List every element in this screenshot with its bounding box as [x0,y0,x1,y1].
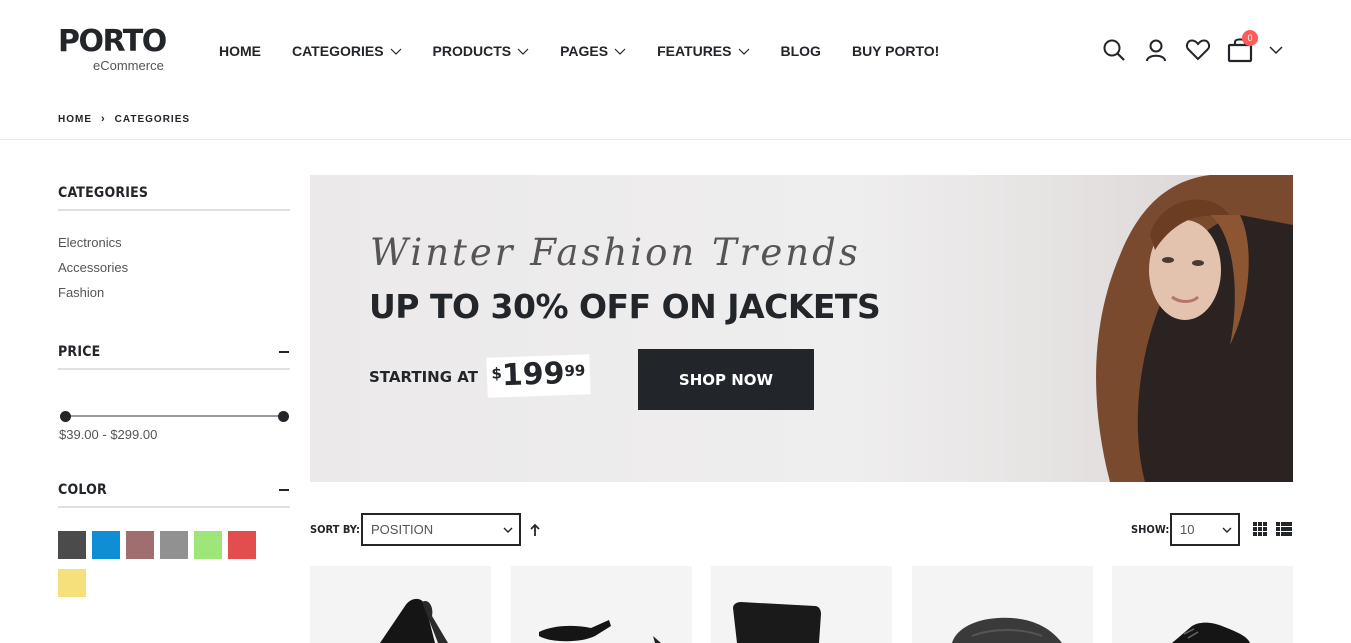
sort-by-label: SORT BY: [310,523,360,536]
account-button[interactable] [1142,36,1170,64]
category-link-electronics[interactable]: Electronics [58,235,122,250]
header-actions: 0 [1100,30,1298,64]
heart-icon [1185,39,1211,61]
color-swatch[interactable] [58,569,86,597]
cart-count-badge: 0 [1242,30,1258,46]
show-label: SHOW: [1131,523,1170,536]
breadcrumb: HOME › CATEGORIES [58,113,190,125]
chevron-down-icon [517,48,529,55]
divider [58,209,290,211]
color-swatch[interactable] [228,531,256,559]
wishlist-button[interactable] [1184,36,1212,64]
chevron-down-icon [1222,527,1232,533]
categories-title: CATEGORIES [58,185,149,201]
chevron-down-icon [614,48,626,55]
product-image-device [733,602,821,643]
category-link-accessories[interactable]: Accessories [58,260,128,275]
category-link-fashion[interactable]: Fashion [58,285,104,300]
cart-dropdown-toggle[interactable] [1268,36,1284,64]
site-header: PORTO eCommerce HOME CATEGORIES PRODUCTS… [0,0,1351,100]
product-card[interactable] [711,566,892,643]
color-swatch[interactable] [92,531,120,559]
banner-headline: UP TO 30% OFF ON JACKETS [369,287,881,326]
chevron-down-icon [738,48,749,55]
product-image-hat [952,617,1062,643]
sort-by-select[interactable]: POSITION [361,513,521,546]
main-nav: HOME CATEGORIES PRODUCTS PAGES FEATURES … [219,41,970,61]
nav-pages[interactable]: PAGES [560,41,626,61]
collapse-price-icon[interactable] [279,351,289,353]
color-swatch[interactable] [194,531,222,559]
nav-categories[interactable]: CATEGORIES [292,41,402,61]
price-dollar-sign: $ [491,364,503,383]
logo-text: PORTO [58,24,167,59]
show-count-value: 10 [1180,522,1195,537]
breadcrumb-current: CATEGORIES [114,113,191,125]
shop-now-button[interactable]: SHOP NOW [638,349,814,410]
nav-features-label: FEATURES [657,43,732,59]
product-card[interactable] [912,566,1093,643]
nav-home-label: HOME [219,43,261,59]
logo-subtext: eCommerce [93,58,164,73]
banner-starting-at: STARTING AT [369,368,478,386]
promo-banner: Winter Fashion Trends UP TO 30% OFF ON J… [310,175,1293,482]
cart-button[interactable]: 0 [1226,30,1258,64]
price-cents: 99 [564,361,586,381]
product-card[interactable] [310,566,491,643]
nav-buy-porto-label: BUY PORTO! [851,43,940,59]
show-count-select[interactable]: 10 [1170,513,1240,546]
divider [58,506,290,508]
nav-categories-label: CATEGORIES [292,43,384,59]
product-image-shoes [1172,622,1250,643]
price-title: PRICE [58,344,101,360]
nav-products[interactable]: PRODUCTS [433,41,530,61]
nav-pages-label: PAGES [560,43,609,59]
banner-model-image [1096,175,1293,482]
logo[interactable]: PORTO eCommerce [58,24,170,74]
nav-buy-porto[interactable]: BUY PORTO! [852,41,939,61]
chevron-right-icon: › [101,113,106,125]
nav-home[interactable]: HOME [219,41,261,61]
sort-direction-icon[interactable] [529,522,541,538]
color-swatch[interactable] [126,531,154,559]
color-swatch[interactable] [160,531,188,559]
user-icon [1146,39,1166,62]
divider [58,368,290,370]
chevron-down-icon [390,48,401,55]
nav-features[interactable]: FEATURES [657,41,749,61]
list-view-icon[interactable] [1276,522,1292,536]
search-icon [1103,39,1125,61]
color-swatch[interactable] [58,531,86,559]
banner-price-tag: $ 199 99 [486,354,591,398]
breadcrumb-home[interactable]: HOME [58,114,92,125]
grid-view-icon[interactable] [1253,522,1267,536]
nav-blog-label: BLOG [780,43,821,59]
divider [0,139,1351,140]
collapse-color-icon[interactable] [279,489,289,491]
color-title: COLOR [58,482,107,498]
sort-by-value: POSITION [371,522,434,537]
price-slider-max-handle[interactable] [278,411,289,422]
price-slider-track[interactable] [64,415,284,417]
product-card[interactable] [1112,566,1293,643]
product-card[interactable] [511,566,692,643]
banner-script-title: Winter Fashion Trends [370,231,861,274]
product-image-heels [380,598,448,643]
chevron-down-icon [1269,46,1283,55]
price-main: 199 [501,356,566,394]
price-slider-min-handle[interactable] [60,411,71,422]
nav-products-label: PRODUCTS [432,43,512,59]
search-button[interactable] [1100,36,1128,64]
price-range-text: $39.00 - $299.00 [59,427,158,442]
product-image-sunglasses [539,620,661,643]
nav-blog[interactable]: BLOG [781,41,821,61]
chevron-down-icon [503,527,513,533]
